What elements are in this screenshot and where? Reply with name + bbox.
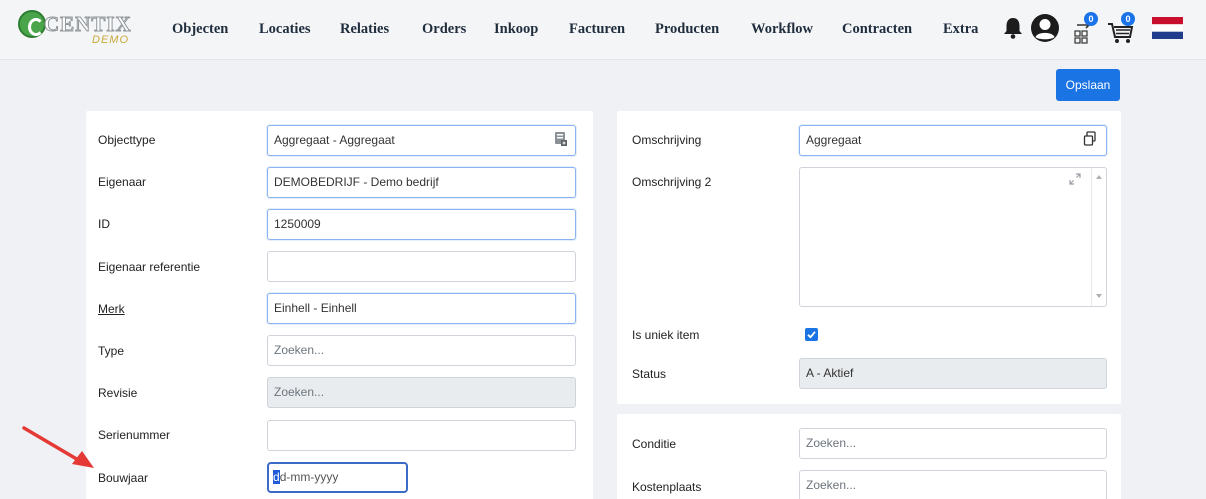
scroll-up-icon[interactable] (1095, 174, 1103, 180)
eigenaar-referentie-field[interactable] (267, 251, 576, 282)
omschrijving2-textarea[interactable] (799, 167, 1107, 307)
nav-objecten[interactable]: Objecten (172, 21, 228, 38)
dutch-flag-icon[interactable] (1152, 17, 1183, 39)
cart-button[interactable]: 0 (1106, 12, 1136, 46)
eigenaar-label: Eigenaar (98, 175, 147, 189)
merk-value: Einhell - Einhell (274, 301, 357, 315)
uniek-checkbox[interactable] (805, 328, 818, 341)
logo-mark-icon (18, 10, 46, 38)
revisie-search-field: Zoeken... (267, 377, 576, 408)
copy-icon[interactable] (1083, 131, 1097, 146)
nav-extra[interactable]: Extra (943, 21, 978, 38)
status-label: Status (632, 367, 667, 381)
conditie-search-field[interactable]: Zoeken... (799, 428, 1107, 459)
nav-relaties[interactable]: Relaties (340, 21, 389, 38)
merk-label-link[interactable]: Merk (98, 302, 125, 316)
scan-count-badge: 0 (1084, 12, 1098, 26)
omschrijving-field[interactable]: Aggregaat (799, 125, 1107, 156)
id-label: ID (98, 217, 110, 231)
omschrijving-label: Omschrijving (632, 133, 702, 147)
omschrijving-value: Aggregaat (806, 133, 862, 147)
eigenaar-value: DEMOBEDRIJF - Demo bedrijf (274, 175, 439, 189)
bouwjaar-selected-segment: d (273, 470, 280, 484)
bell-icon[interactable] (1003, 17, 1023, 39)
objecttype-lookup-icon[interactable] (554, 131, 568, 147)
nav-inkoop[interactable]: Inkoop (494, 21, 538, 38)
logo-subtext: DEMO (92, 34, 129, 46)
serienummer-label: Serienummer (98, 428, 171, 442)
kostenplaats-label: Kostenplaats (632, 480, 702, 494)
nav-facturen[interactable]: Facturen (569, 21, 625, 38)
scan-list-button[interactable]: 0 (1070, 12, 1098, 46)
bouwjaar-date-field[interactable]: dd-mm-yyyy (267, 462, 408, 493)
kostenplaats-placeholder: Zoeken... (806, 478, 857, 492)
textarea-scrollbar[interactable] (1091, 168, 1106, 306)
nav-workflow[interactable]: Workflow (751, 21, 813, 38)
type-label: Type (98, 344, 125, 358)
objecttype-field[interactable]: Aggregaat - Aggregaat (267, 125, 576, 156)
revisie-label: Revisie (98, 386, 138, 400)
nav-orders[interactable]: Orders (422, 21, 466, 38)
objecttype-value: Aggregaat - Aggregaat (274, 133, 395, 147)
save-button[interactable]: Opslaan (1056, 69, 1120, 101)
eigenaar-field[interactable]: DEMOBEDRIJF - Demo bedrijf (267, 167, 576, 198)
nav-locaties[interactable]: Locaties (259, 21, 311, 38)
type-search-field[interactable]: Zoeken... (267, 335, 576, 366)
revisie-placeholder: Zoeken... (274, 385, 325, 399)
serienummer-field[interactable] (267, 420, 576, 451)
type-placeholder: Zoeken... (274, 343, 325, 357)
bouwjaar-placeholder: d-mm-yyyy (279, 470, 339, 484)
omschrijving2-label: Omschrijving 2 (632, 175, 712, 189)
objecttype-label: Objecttype (98, 133, 156, 147)
user-avatar-icon[interactable] (1030, 13, 1060, 43)
status-value: A - Aktief (806, 366, 854, 380)
uniek-label: Is uniek item (632, 328, 700, 342)
kostenplaats-search-field[interactable]: Zoeken... (799, 470, 1107, 499)
cart-count-badge: 0 (1121, 12, 1135, 26)
merk-field[interactable]: Einhell - Einhell (267, 293, 576, 324)
eigenaar-referentie-label: Eigenaar referentie (98, 260, 201, 274)
id-value: 1250009 (274, 217, 321, 231)
annotation-arrow-icon (22, 426, 94, 468)
scroll-down-icon[interactable] (1095, 293, 1103, 299)
top-navbar: CENTIX DEMO Objecten Locaties Relaties O… (0, 0, 1206, 60)
expand-icon[interactable] (1068, 172, 1082, 186)
bouwjaar-label: Bouwjaar (98, 471, 149, 485)
status-field: A - Aktief (799, 358, 1107, 389)
id-field[interactable]: 1250009 (267, 209, 576, 240)
conditie-placeholder: Zoeken... (806, 436, 857, 450)
checkmark-icon (807, 331, 816, 339)
nav-producten[interactable]: Producten (655, 21, 719, 38)
centix-logo[interactable]: CENTIX DEMO (18, 8, 148, 52)
nav-contracten[interactable]: Contracten (842, 21, 912, 38)
conditie-label: Conditie (632, 437, 677, 451)
